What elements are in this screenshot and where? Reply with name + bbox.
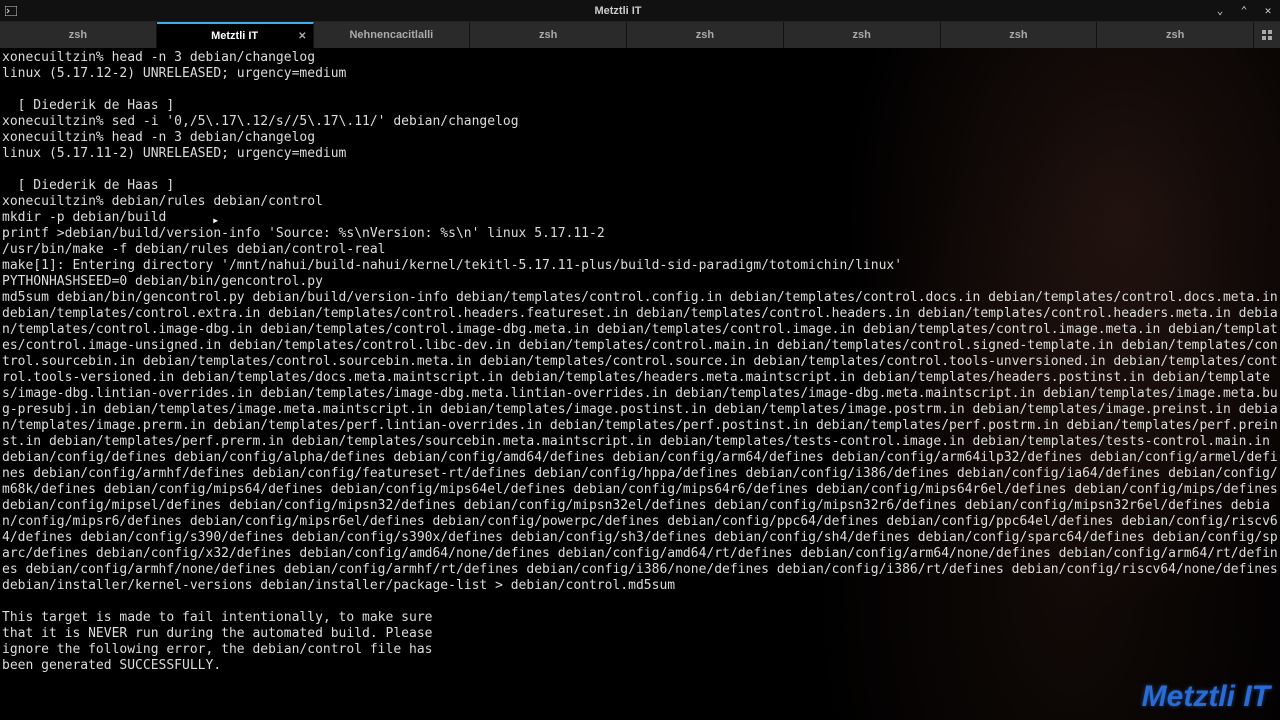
tab-label: zsh: [1009, 29, 1027, 41]
tab-zsh-2[interactable]: zsh: [470, 22, 627, 48]
tab-zsh-1[interactable]: zsh: [0, 22, 157, 48]
tab-label: zsh: [852, 29, 870, 41]
tab-label: Nehnencacitlalli: [349, 29, 433, 41]
window-title: Metztli IT: [24, 5, 1212, 17]
tab-bar: zsh Metztli IT ✕ Nehnencacitlalli zsh zs…: [0, 22, 1280, 48]
close-icon[interactable]: ✕: [298, 31, 306, 42]
close-button[interactable]: ✕: [1260, 3, 1276, 19]
terminal-icon: [4, 4, 18, 18]
tab-label: zsh: [696, 29, 714, 41]
minimize-button[interactable]: ⌄: [1212, 3, 1228, 19]
tab-metztli-it[interactable]: Metztli IT ✕: [157, 22, 314, 48]
titlebar: Metztli IT ⌄ ⌃ ✕: [0, 0, 1280, 22]
window-controls: ⌄ ⌃ ✕: [1212, 3, 1276, 19]
tab-label: zsh: [69, 29, 87, 41]
maximize-button[interactable]: ⌃: [1236, 3, 1252, 19]
tab-overflow-button[interactable]: [1254, 22, 1280, 48]
terminal-output[interactable]: xonecuiltzin% head -n 3 debian/changelog…: [0, 48, 1280, 720]
tab-label: zsh: [1166, 29, 1184, 41]
tab-nehnencacitlalli[interactable]: Nehnencacitlalli: [314, 22, 471, 48]
tab-zsh-6[interactable]: zsh: [1097, 22, 1254, 48]
tab-label: zsh: [539, 29, 557, 41]
tab-label: Metztli IT: [211, 30, 258, 42]
tab-zsh-5[interactable]: zsh: [941, 22, 1098, 48]
tab-zsh-3[interactable]: zsh: [627, 22, 784, 48]
tab-zsh-4[interactable]: zsh: [784, 22, 941, 48]
